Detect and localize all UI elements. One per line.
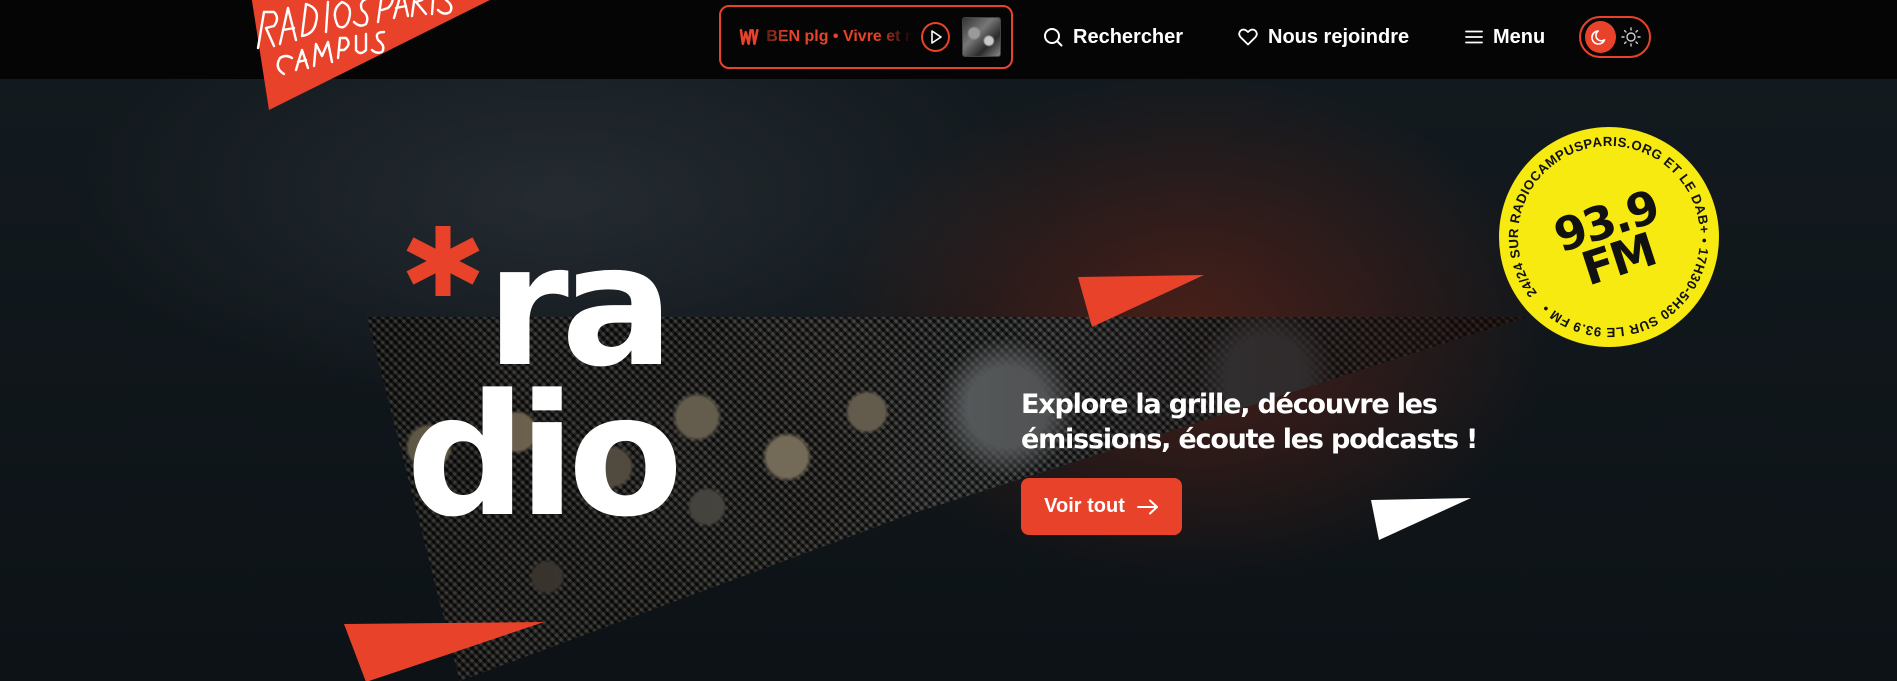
see-all-label: Voir tout [1044, 495, 1125, 517]
search-icon [1044, 28, 1063, 47]
menu-label: Menu [1493, 25, 1546, 48]
join-us-label: Nous rejoindre [1268, 25, 1410, 48]
play-icon [930, 30, 942, 44]
page: BEN plg • Vivre et mourir Rechercher Nou… [0, 0, 1897, 681]
search-label: Rechercher [1073, 25, 1184, 48]
radio-wave-icon [739, 28, 759, 46]
theme-toggle[interactable] [1579, 16, 1651, 58]
search-button[interactable]: Rechercher [1043, 22, 1183, 52]
live-player[interactable]: BEN plg • Vivre et mourir [719, 5, 1013, 69]
arrow-right-icon [1136, 499, 1158, 514]
dark-mode-option[interactable] [1585, 21, 1616, 53]
album-cover-thumbnail [962, 17, 1001, 57]
hero-tagline: Explore la grille, découvre les émission… [1021, 389, 1478, 455]
play-button[interactable] [921, 22, 951, 52]
menu-button[interactable]: Menu [1465, 22, 1545, 52]
heart-icon [1238, 28, 1258, 46]
join-us-button[interactable]: Nous rejoindre [1238, 22, 1409, 52]
decorative-orange-triangle-bottom [344, 622, 544, 681]
hero-word-dio: dio [406, 358, 683, 554]
light-mode-option[interactable] [1618, 23, 1645, 51]
sun-icon [1621, 27, 1642, 47]
asterisk-mark [404, 222, 482, 300]
hamburger-icon [1465, 30, 1483, 44]
decorative-orange-triangle [1078, 275, 1204, 327]
fm-frequency-badge: 24/24 SUR RADIOCAMPUSPARIS.ORG ET LE DAB… [1497, 125, 1721, 349]
radio-campus-paris-logo[interactable] [244, 0, 534, 110]
see-all-button[interactable]: Voir tout [1021, 478, 1182, 535]
decorative-white-triangle [1371, 498, 1471, 540]
now-playing-text: BEN plg • Vivre et mourir [766, 28, 914, 45]
moon-icon [1591, 30, 1606, 45]
